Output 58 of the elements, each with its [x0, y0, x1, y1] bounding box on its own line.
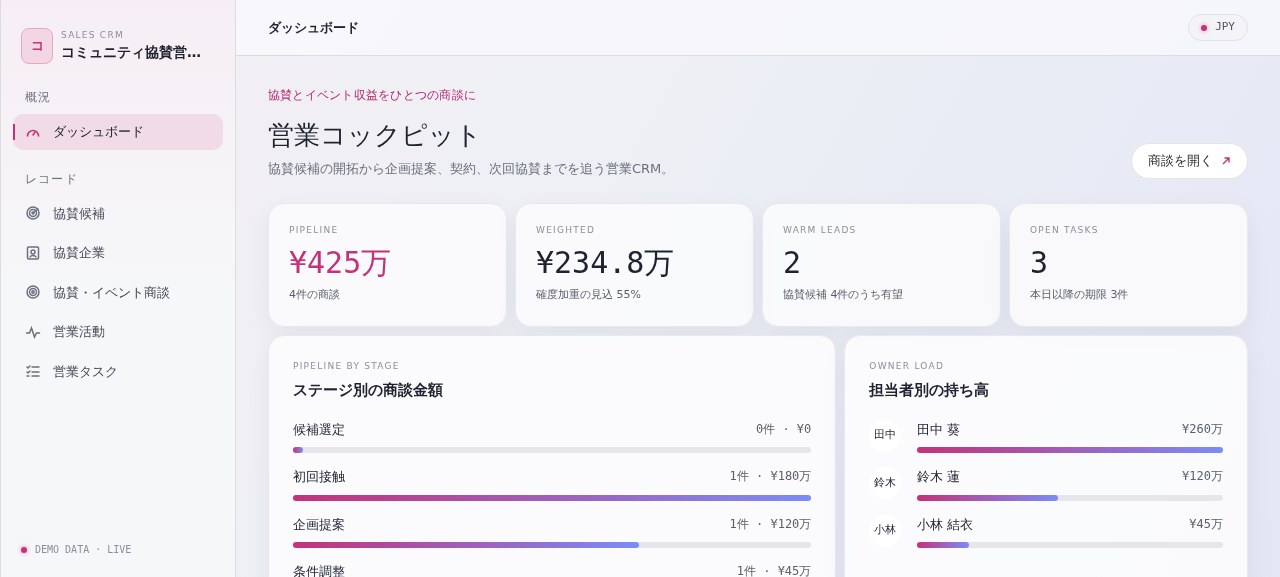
kpi-note: 協賛候補 4件のうち有望 [783, 287, 905, 303]
kpi-value: ¥425万 [289, 245, 393, 281]
row-amount: ¥45万 [1189, 515, 1223, 533]
row-amount: 1件 · ¥45万 [736, 563, 812, 577]
row-label: 鈴木 蓮 [917, 468, 961, 486]
avatar: 小林 [869, 514, 902, 547]
panel-title: ステージ別の商談金額 [293, 380, 444, 401]
kpi-label: WEIGHTED [536, 223, 597, 237]
footer-status: DEMO DATA · LIVE [35, 543, 132, 557]
section-heading: レコード [24, 170, 79, 188]
row-amount: ¥260万 [1182, 420, 1223, 438]
sidebar-item[interactable]: 営業タスク [13, 353, 223, 389]
kpi-value: ¥234.8万 [536, 245, 676, 281]
row-label: 企画提案 [293, 515, 345, 534]
brand-title: コミュニティ協賛営… [61, 43, 201, 63]
brand-eyebrow: SALES CRM [61, 28, 125, 42]
checklist-icon [25, 363, 41, 380]
hero-title: 営業コックピット [268, 119, 483, 152]
target-icon [25, 284, 41, 301]
panel-title: 担当者別の持ち高 [869, 380, 991, 401]
page-title: ダッシュボード [268, 18, 359, 37]
row-label: 初回接触 [293, 468, 345, 486]
sidebar-item[interactable]: 協賛候補 [13, 195, 223, 231]
row-amount: 0件 · ¥0 [755, 420, 812, 438]
row-amount: 1件 · ¥180万 [729, 468, 812, 485]
pulse-icon [25, 323, 41, 340]
row-label: 条件調整 [293, 563, 345, 577]
kpi-label: WARM LEADS [783, 223, 858, 237]
kpi-value: 2 [783, 245, 803, 281]
hero-eyebrow: 協賛とイベント収益をひとつの商談に [268, 87, 478, 104]
arrow-up-right-icon [1221, 155, 1231, 166]
row-label: 田中 葵 [917, 420, 961, 439]
row-amount: 1件 · ¥120万 [729, 515, 812, 533]
kpi-note: 確度加重の見込 55% [536, 287, 642, 303]
sidebar-item[interactable]: 協賛・イベント商談 [13, 274, 223, 310]
logo-icon: コ [21, 28, 53, 64]
id-card-icon [25, 244, 41, 261]
panel-eyebrow: PIPELINE BY STAGE [293, 359, 401, 373]
open-deal-button[interactable]: 商談を開く [1131, 143, 1248, 179]
row-label: 候補選定 [293, 420, 345, 439]
sidebar-item[interactable]: 協賛企業 [13, 235, 223, 271]
status-dot [21, 546, 27, 553]
avatar: 鈴木 [869, 467, 902, 499]
avatar: 田中 [869, 419, 902, 452]
row-label: 小林 結衣 [917, 515, 974, 534]
sidebar-item[interactable]: ダッシュボード [13, 114, 223, 150]
currency-pill: JPY [1188, 14, 1248, 41]
panel-eyebrow: OWNER LOAD [869, 359, 946, 373]
kpi-label: PIPELINE [289, 223, 340, 237]
row-amount: ¥120万 [1182, 468, 1223, 485]
kpi-label: OPEN TASKS [1030, 223, 1100, 237]
hero-subtitle: 協賛候補の開拓から企画提案、契約、次回協賛までを追う営業CRM。 [268, 160, 675, 178]
kpi-value: 3 [1030, 245, 1050, 281]
radar-icon [25, 205, 41, 222]
kpi-note: 本日以降の期限 3件 [1030, 287, 1130, 303]
kpi-note: 4件の商談 [289, 287, 341, 303]
section-heading: 概況 [24, 89, 53, 106]
sidebar-item[interactable]: 営業活動 [13, 314, 223, 350]
